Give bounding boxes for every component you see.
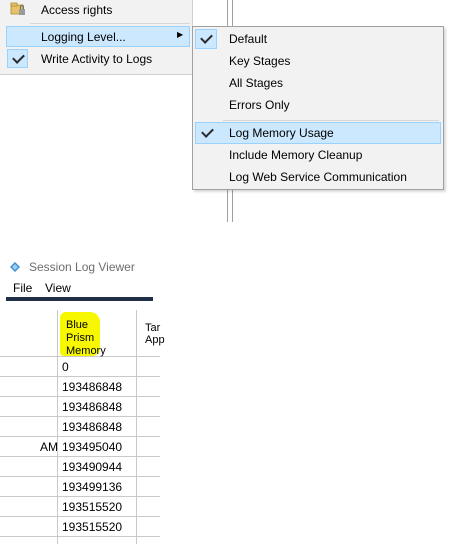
table-row[interactable]: 193486848	[0, 377, 160, 397]
memory-cell: 193486848	[62, 420, 123, 434]
menu-item-label: Log Web Service Communication	[229, 170, 407, 184]
time-fragment-cell: AM	[40, 440, 58, 454]
menu-item-label: Default	[229, 32, 268, 46]
submenu-item-key-stages[interactable]: Key Stages	[195, 51, 441, 72]
menu-item-label: Logging Level...	[41, 30, 126, 44]
memory-cell: 193486848	[62, 400, 123, 414]
menu-item-logging-level[interactable]: Logging Level... ▶	[6, 26, 190, 47]
memory-cell: 193486848	[62, 380, 123, 394]
window-title: Session Log Viewer	[29, 260, 135, 274]
table-row[interactable]: 0	[0, 357, 160, 377]
menu-item-label: Log Memory Usage	[229, 126, 334, 140]
menu-separator	[223, 120, 439, 121]
submenu-item-default[interactable]: Default	[195, 29, 441, 50]
menu-item-label: Errors Only	[229, 98, 290, 112]
memory-cell: 193515520	[62, 500, 123, 514]
log-grid: Blue Prism Memory Tar App 0 193486848 19…	[0, 310, 165, 544]
memory-cell: 193499136	[62, 480, 123, 494]
table-row[interactable]: 193486848	[0, 397, 160, 417]
header-label: Memory	[66, 345, 106, 357]
submenu-item-log-web-service[interactable]: Log Web Service Communication	[195, 167, 441, 188]
menu-item-label: Include Memory Cleanup	[229, 148, 363, 162]
checkmark-icon	[201, 125, 214, 138]
submenu-item-include-memory-cleanup[interactable]: Include Memory Cleanup	[195, 145, 441, 166]
logging-level-submenu: Default Key Stages All Stages Errors Onl…	[192, 26, 444, 190]
context-menu: Access rights Logging Level... ▶ Write A…	[0, 0, 193, 75]
submenu-item-all-stages[interactable]: All Stages	[195, 73, 441, 94]
memory-cell: 193515520	[62, 520, 123, 534]
session-log-viewer: Session Log Viewer File View Blue Prism …	[0, 256, 165, 544]
menu-item-label: Key Stages	[229, 54, 291, 68]
checkmark-icon	[12, 51, 25, 64]
menu-file[interactable]: File	[13, 281, 32, 295]
submenu-item-errors-only[interactable]: Errors Only	[195, 95, 441, 116]
column-header-next[interactable]: Tar	[145, 322, 160, 334]
submenu-item-log-memory-usage[interactable]: Log Memory Usage	[195, 122, 441, 144]
table-row[interactable]: 193486848	[0, 417, 160, 437]
menu-item-label: All Stages	[229, 76, 284, 90]
table-row[interactable]: 193499136	[0, 477, 160, 497]
table-row[interactable]: 193490944	[0, 457, 160, 477]
menu-item-label: Write Activity to Logs	[41, 52, 153, 66]
check-cell	[195, 29, 217, 49]
check-cell	[7, 49, 28, 68]
column-header-blue-prism-memory[interactable]: Blue Prism Memory	[60, 312, 106, 357]
table-row[interactable]: 193515520	[0, 517, 160, 537]
menu-item-label: Access rights	[41, 3, 113, 17]
menu-item-access-rights[interactable]: Access rights	[6, 0, 190, 22]
folder-lock-icon	[10, 2, 26, 16]
table-row[interactable]: 193515520	[0, 497, 160, 517]
memory-cell: 0	[62, 360, 69, 374]
header-label: Blue	[66, 319, 89, 331]
memory-cell: 193490944	[62, 460, 123, 474]
submenu-arrow-icon: ▶	[177, 30, 184, 39]
menu-view[interactable]: View	[45, 281, 71, 295]
accent-bar	[6, 297, 153, 301]
menu-separator	[30, 23, 190, 24]
menu-item-write-activity[interactable]: Write Activity to Logs	[6, 49, 190, 70]
checkmark-icon	[200, 31, 213, 44]
column-header-next-2: App	[145, 334, 165, 346]
table-row[interactable]: AM 193495040	[0, 437, 160, 457]
app-icon	[9, 261, 21, 273]
header-label: Prism	[66, 332, 95, 344]
memory-cell: 193495040	[62, 440, 123, 454]
